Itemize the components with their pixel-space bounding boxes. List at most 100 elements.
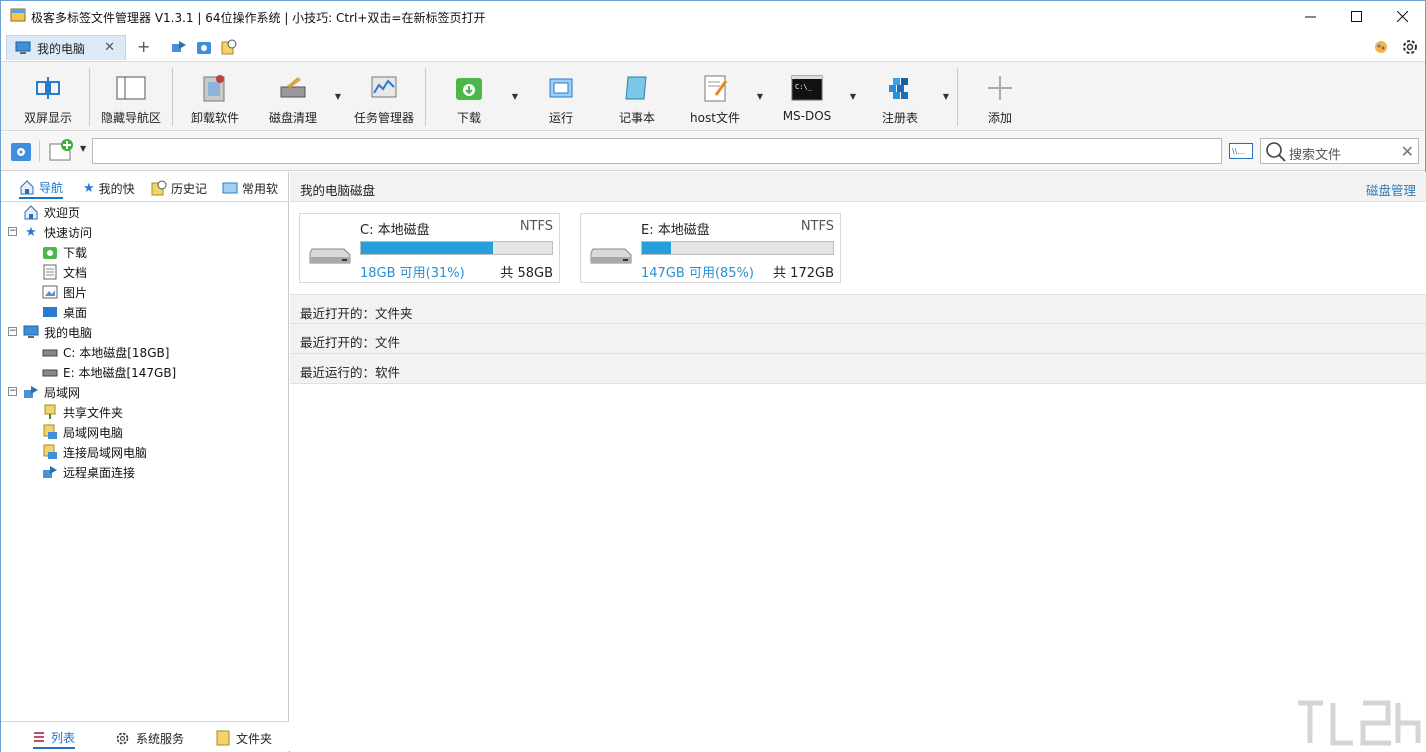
tree-item-shared-folder[interactable]: 共享文件夹 bbox=[42, 402, 123, 422]
tree-item-lan[interactable]: 局域网 bbox=[23, 382, 80, 402]
tree-item-disk-e[interactable]: E: 本地磁盘[147GB] bbox=[42, 362, 176, 382]
maximize-button[interactable] bbox=[1333, 1, 1379, 32]
toolbar-divider bbox=[957, 68, 958, 126]
skin-icon[interactable] bbox=[1372, 38, 1390, 56]
task-manager-button[interactable]: 任务管理器 bbox=[350, 62, 418, 130]
download-label: 下载 bbox=[456, 111, 481, 125]
software-icon bbox=[222, 182, 238, 194]
disk-card-e[interactable]: E: 本地磁盘 NTFS 147GB 可用(85%) 共 172GB bbox=[580, 213, 841, 283]
drive-icon bbox=[309, 248, 351, 264]
shared-folder-icon bbox=[42, 404, 58, 420]
tree-item-my-computer[interactable]: 我的电脑 bbox=[23, 322, 92, 342]
close-button[interactable] bbox=[1379, 1, 1425, 32]
toolbar-divider bbox=[172, 68, 173, 126]
remote-desktop-icon bbox=[42, 464, 58, 480]
tree-item-connect-lan[interactable]: 连接局域网电脑 bbox=[42, 442, 147, 462]
registry-dropdown-icon[interactable]: ▼ bbox=[941, 92, 951, 102]
svg-text:\\...: \\... bbox=[1232, 147, 1245, 156]
tab-nav-label: 导航 bbox=[39, 180, 64, 195]
task-manager-label: 任务管理器 bbox=[353, 111, 414, 125]
disks-section-header: 我的电脑磁盘 磁盘管理 bbox=[290, 172, 1426, 202]
add-tool-label: 添加 bbox=[987, 111, 1012, 125]
recent-files-header[interactable]: 最近打开的：文件 bbox=[290, 324, 1426, 354]
msdos-dropdown-icon[interactable]: ▼ bbox=[848, 92, 858, 102]
drive-icon bbox=[42, 344, 58, 360]
hide-nav-button[interactable]: 隐藏导航区 bbox=[97, 62, 165, 130]
minimize-button[interactable] bbox=[1287, 1, 1333, 32]
new-folder-icon[interactable] bbox=[49, 138, 75, 162]
tree-label: 下载 bbox=[63, 245, 88, 260]
new-tab-button[interactable]: + bbox=[137, 37, 150, 56]
download-folder-icon bbox=[42, 244, 58, 260]
search-placeholder: 搜索文件 bbox=[1289, 148, 1342, 163]
tab-services-label: 系统服务 bbox=[136, 731, 185, 746]
picture-icon bbox=[42, 284, 58, 300]
registry-button[interactable]: 注册表 bbox=[873, 62, 927, 130]
hide-nav-label: 隐藏导航区 bbox=[100, 111, 161, 125]
tab-nav[interactable]: 导航 bbox=[19, 177, 64, 199]
tree-item-quick-access[interactable]: ★ 快速访问 bbox=[23, 222, 92, 242]
disk-card-c[interactable]: C: 本地磁盘 NTFS 18GB 可用(31%) 共 58GB bbox=[299, 213, 560, 283]
computer-icon bbox=[23, 324, 39, 340]
disk-manage-link[interactable]: 磁盘管理 bbox=[1366, 180, 1416, 199]
document-icon bbox=[42, 264, 58, 280]
history-icon[interactable] bbox=[221, 39, 237, 55]
gear-icon[interactable] bbox=[1401, 38, 1419, 56]
tree-item-documents[interactable]: 文档 bbox=[42, 262, 87, 282]
address-input[interactable] bbox=[92, 138, 1222, 164]
collapse-toggle-icon[interactable]: − bbox=[8, 227, 17, 236]
disk-clean-button[interactable]: 磁盘清理 bbox=[263, 62, 323, 130]
msdos-button[interactable]: C:\_ MS-DOS bbox=[777, 62, 837, 130]
disk-free-space: 18GB 可用(31%) bbox=[360, 266, 465, 281]
tab-folder[interactable]: 文件夹 bbox=[216, 727, 272, 749]
minimize-icon bbox=[1304, 16, 1316, 18]
tree-item-welcome[interactable]: 欢迎页 bbox=[23, 202, 80, 222]
collapse-toggle-icon[interactable]: − bbox=[8, 387, 17, 396]
tree-item-pictures[interactable]: 图片 bbox=[42, 282, 87, 302]
tab-close-icon[interactable]: ✕ bbox=[104, 40, 115, 55]
msdos-label: MS-DOS bbox=[782, 109, 832, 123]
tab-strip: 我的电脑 ✕ + bbox=[1, 32, 1425, 61]
hosts-dropdown-icon[interactable]: ▼ bbox=[755, 92, 765, 102]
notepad-button[interactable]: 记事本 bbox=[611, 62, 663, 130]
hosts-button[interactable]: host文件 bbox=[685, 62, 745, 130]
panel-icon bbox=[116, 76, 146, 100]
clear-search-icon[interactable]: ✕ bbox=[1401, 142, 1414, 161]
star-icon: ★ bbox=[25, 224, 37, 240]
tree-item-desktop[interactable]: 桌面 bbox=[42, 302, 87, 322]
tab-list[interactable]: 列表 bbox=[33, 727, 76, 749]
tab-folder-label: 文件夹 bbox=[236, 731, 273, 746]
address-bar: ▼ \\... 搜索文件 ✕ bbox=[1, 132, 1425, 171]
tab-history-label: 历史记 bbox=[171, 181, 208, 196]
new-dropdown-icon[interactable]: ▼ bbox=[80, 144, 86, 153]
disk-clean-dropdown-icon[interactable]: ▼ bbox=[333, 92, 343, 102]
tab-common-software[interactable]: 常用软 bbox=[222, 177, 278, 199]
disk-total-space: 共 172GB bbox=[773, 266, 834, 281]
run-button[interactable]: 运行 bbox=[537, 62, 585, 130]
tree-item-downloads[interactable]: 下载 bbox=[42, 242, 87, 262]
uninstall-icon bbox=[203, 75, 225, 102]
add-tool-button[interactable]: 添加 bbox=[975, 62, 1025, 130]
download-folder-icon bbox=[456, 78, 482, 100]
collapse-toggle-icon[interactable]: − bbox=[8, 327, 17, 336]
tab-history[interactable]: 历史记 bbox=[151, 177, 207, 199]
disks-section-title: 我的电脑磁盘 bbox=[300, 183, 376, 198]
tree-item-lan-pc[interactable]: 局域网电脑 bbox=[42, 422, 123, 442]
tree-item-remote-desktop[interactable]: 远程桌面连接 bbox=[42, 462, 135, 482]
dual-screen-button[interactable]: 双屏显示 bbox=[15, 62, 81, 130]
path-toggle-icon[interactable]: \\... bbox=[1229, 143, 1253, 159]
download-button[interactable]: 下载 bbox=[445, 62, 493, 130]
settings-folder-icon[interactable] bbox=[196, 39, 212, 55]
tab-my-computer[interactable]: 我的电脑 ✕ bbox=[6, 35, 126, 60]
tab-system-services[interactable]: 系统服务 bbox=[115, 727, 184, 749]
tab-favorites[interactable]: ★ 我的快 bbox=[83, 177, 135, 199]
network-share-icon[interactable] bbox=[171, 39, 187, 55]
recent-folders-header[interactable]: 最近打开的：文件夹 bbox=[290, 294, 1426, 324]
recent-software-header[interactable]: 最近运行的：软件 bbox=[290, 354, 1426, 384]
search-box[interactable]: 搜索文件 ✕ bbox=[1260, 138, 1419, 164]
disk-clean-label: 磁盘清理 bbox=[268, 111, 317, 125]
settings-folder-icon[interactable] bbox=[10, 140, 32, 162]
download-dropdown-icon[interactable]: ▼ bbox=[510, 92, 520, 102]
tree-item-disk-c[interactable]: C: 本地磁盘[18GB] bbox=[42, 342, 169, 362]
uninstall-button[interactable]: 卸载软件 bbox=[185, 62, 245, 130]
